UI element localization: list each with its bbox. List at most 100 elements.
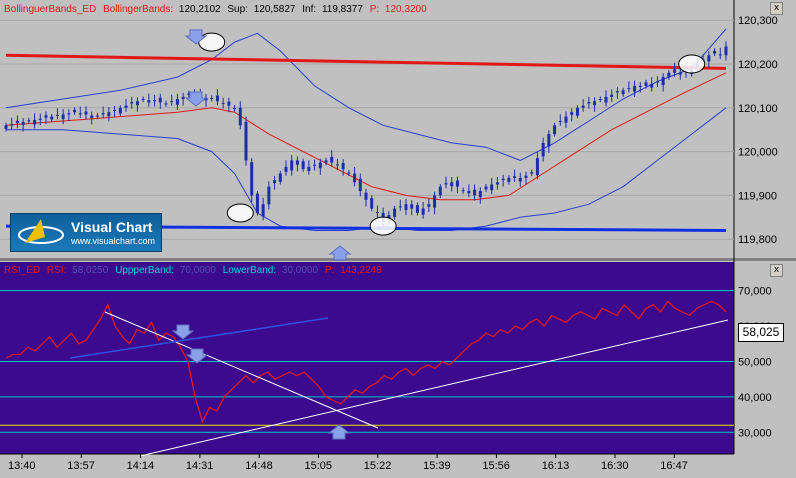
candle-body: [518, 177, 522, 182]
candle-body: [541, 142, 545, 157]
candle-body: [73, 109, 77, 113]
candle-body: [250, 162, 254, 196]
candle-body: [438, 186, 442, 196]
candle-body: [638, 85, 642, 87]
candle-body: [153, 100, 157, 102]
candle-body: [347, 172, 351, 174]
candle-body: [524, 175, 528, 178]
candle-body: [78, 113, 82, 115]
close-button[interactable]: x: [770, 2, 783, 15]
candle-body: [467, 191, 471, 194]
candle-body: [707, 55, 711, 62]
logo-title: Visual Chart: [71, 219, 153, 235]
rsi-p-label: P:: [325, 265, 334, 276]
candle-body: [495, 182, 499, 185]
candle-body: [147, 100, 151, 103]
candle-body: [95, 115, 99, 117]
candle-body: [530, 172, 534, 174]
candle-body: [655, 81, 659, 83]
p-label: P:: [370, 4, 379, 15]
candle-body: [278, 173, 282, 182]
sup-label: Sup:: [227, 4, 248, 15]
candle-body: [433, 195, 437, 208]
candle-body: [118, 107, 122, 114]
candle-body: [575, 107, 579, 116]
candle-body: [490, 184, 494, 191]
candle-body: [364, 192, 368, 200]
rsi-current-value-label: 58,025: [738, 323, 784, 342]
candle-body: [158, 97, 162, 103]
rsi-close-button[interactable]: x: [770, 264, 783, 277]
candle-body: [290, 160, 294, 171]
candle-body: [393, 208, 397, 217]
candle-body: [398, 206, 402, 208]
candle-body: [650, 83, 654, 88]
candle-body: [175, 99, 179, 105]
candle-body: [621, 90, 625, 95]
rsi-tick-label: 70,000: [738, 286, 772, 298]
candle-body: [427, 204, 431, 207]
candle-body: [255, 193, 259, 213]
price-tick-label: 120,100: [738, 103, 778, 115]
candle-body: [215, 95, 219, 102]
candle-body: [661, 77, 665, 86]
candle-body: [581, 105, 585, 108]
rsi-tick-label: 40,000: [738, 392, 772, 404]
rsi-indicator-name: RSI_ED: [4, 265, 40, 276]
candle-body: [107, 112, 111, 117]
candle-body: [38, 118, 42, 120]
candle-body: [604, 96, 608, 103]
candle-body: [370, 198, 374, 209]
time-tick-label: 15:39: [423, 460, 451, 472]
candle-body: [307, 166, 311, 171]
candle-body: [410, 204, 414, 209]
candle-body: [461, 190, 465, 192]
candle-body: [324, 160, 328, 163]
candle-body: [101, 113, 105, 115]
candle-body: [564, 116, 568, 123]
candle-body: [644, 82, 648, 86]
candle-body: [50, 116, 54, 120]
rsi-p-value: 143,2248: [340, 265, 382, 276]
candle-body: [21, 122, 25, 125]
candle-body: [678, 72, 682, 75]
highlight-ellipse: [226, 203, 254, 223]
candle-body: [421, 208, 425, 215]
candle-body: [341, 163, 345, 170]
indicator-name: BollinguerBands_ED: [4, 4, 96, 15]
candle-body: [375, 212, 379, 214]
candle-body: [318, 162, 322, 169]
price-tick-label: 119,800: [738, 234, 777, 246]
candle-body: [473, 189, 477, 196]
candle-body: [610, 94, 614, 97]
lower-label: LowerBand:: [223, 265, 276, 276]
time-tick-label: 15:22: [364, 460, 392, 472]
visual-chart-logo: Visual Chart www.visualchart.com: [10, 213, 162, 252]
highlight-ellipse: [369, 216, 397, 236]
candle-body: [221, 102, 225, 104]
candle-body: [615, 91, 619, 93]
candle-body: [353, 173, 357, 183]
candle-body: [113, 110, 117, 111]
time-tick-label: 16:30: [601, 460, 629, 472]
candle-body: [535, 158, 539, 176]
candle-body: [444, 183, 448, 185]
rsi-tick-label: 50,000: [738, 356, 772, 368]
p-value: 120,3200: [385, 4, 427, 15]
highlight-ellipse: [678, 54, 706, 74]
candle-body: [667, 72, 671, 78]
candle-body: [124, 105, 128, 108]
sup-value: 120,5827: [254, 4, 296, 15]
candle-body: [181, 96, 185, 100]
time-tick-label: 15:05: [305, 460, 333, 472]
candle-body: [358, 178, 362, 192]
candle-body: [244, 121, 248, 161]
inf-value: 119,8377: [322, 4, 363, 15]
time-tick-label: 13:40: [8, 460, 36, 472]
time-tick-label: 14:14: [127, 460, 155, 472]
candle-body: [267, 186, 271, 205]
rsi-value: 58,0250: [72, 265, 109, 276]
candle-body: [455, 180, 459, 187]
candle-body: [227, 101, 231, 106]
rsi-label: RSI:: [47, 265, 66, 276]
